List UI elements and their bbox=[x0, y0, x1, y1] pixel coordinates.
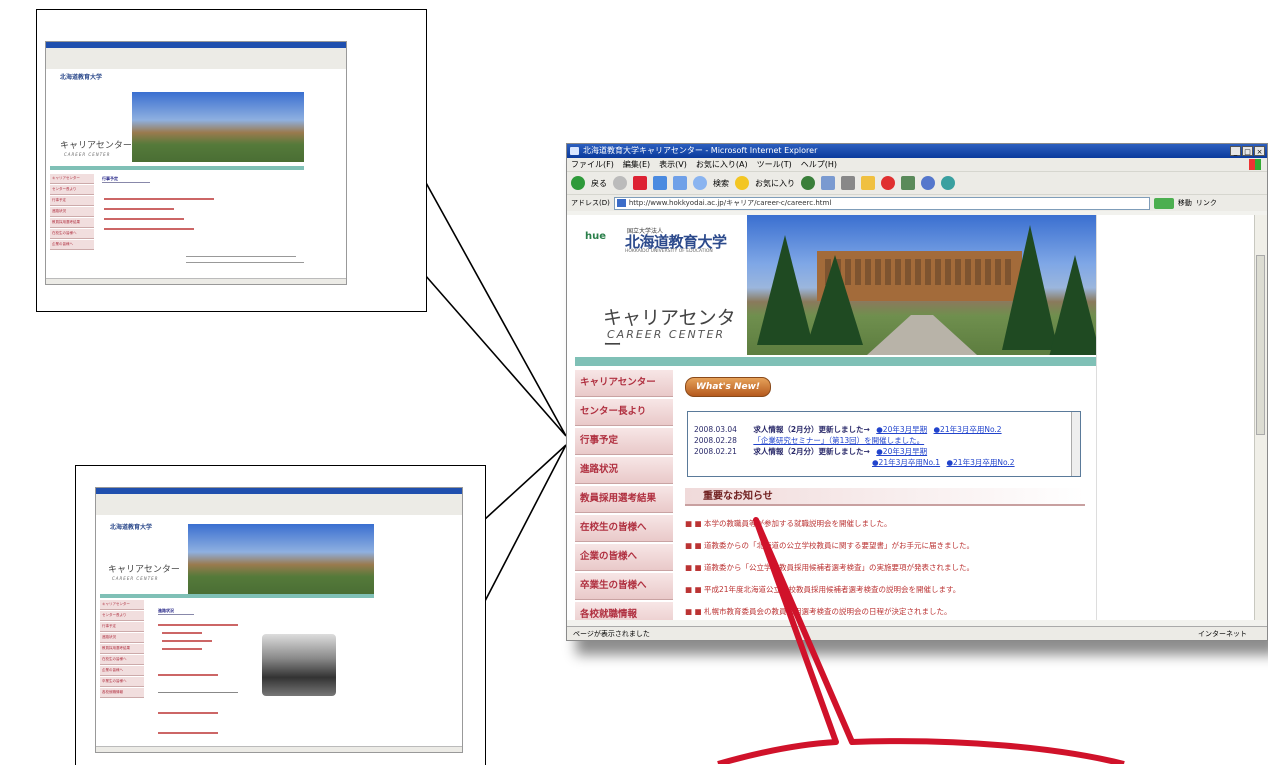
red-bubble-outline bbox=[717, 517, 1125, 764]
red-speech-bubble bbox=[717, 517, 1125, 764]
